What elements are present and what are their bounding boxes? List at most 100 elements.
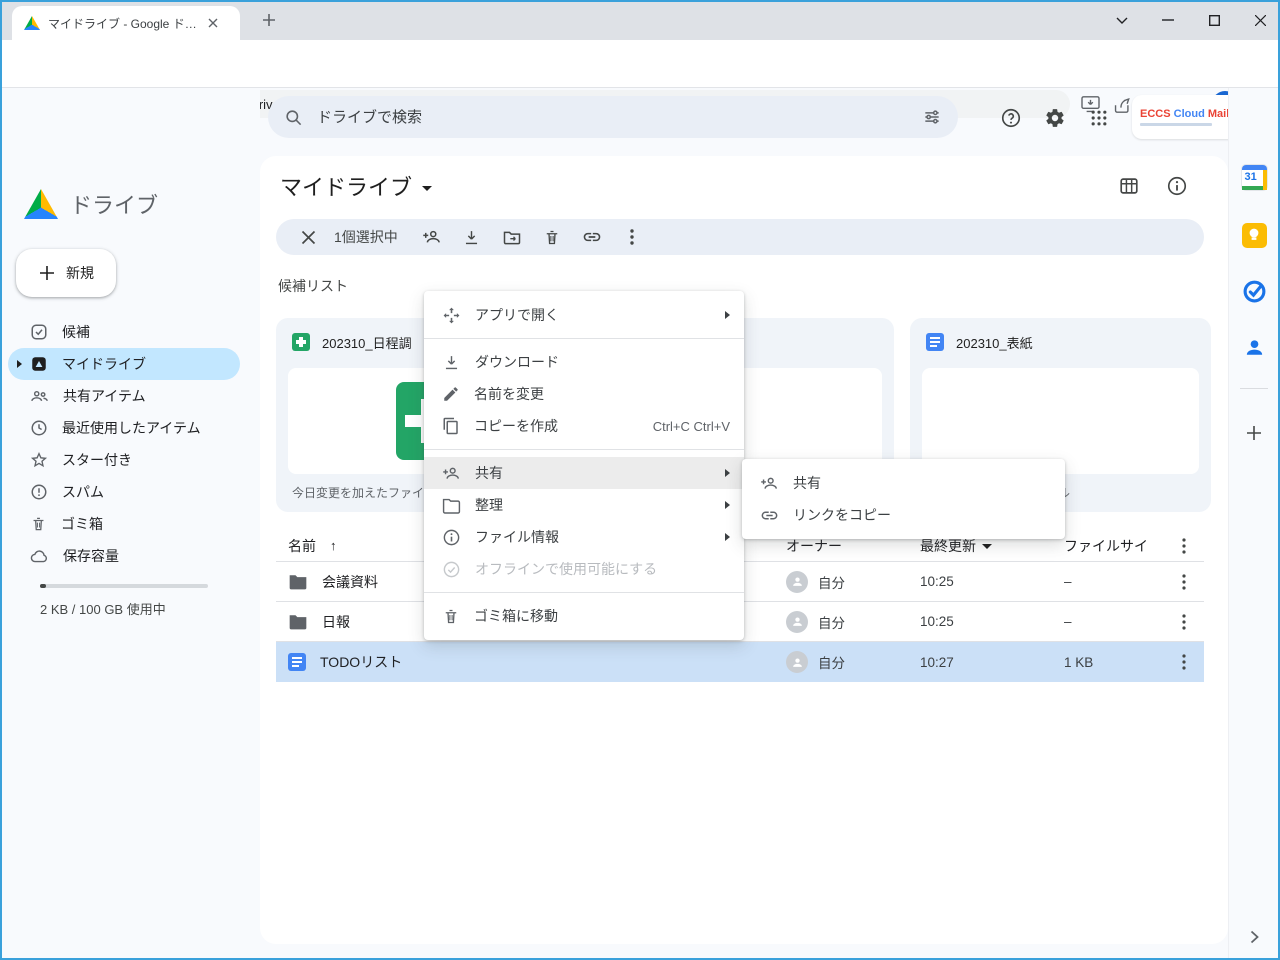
submenu-item-copy-link[interactable]: リンクをコピー [742, 499, 1065, 531]
person-add-icon [442, 464, 461, 483]
row-more-kebab-icon[interactable] [1170, 568, 1198, 596]
expand-caret-icon[interactable] [17, 360, 22, 368]
card-reason: 今日変更を加えたファイル [292, 484, 436, 501]
header-name[interactable]: 名前 [288, 536, 316, 556]
move-to-folder-icon[interactable] [492, 221, 532, 253]
trash-icon [30, 515, 47, 533]
submenu-arrow-icon [725, 501, 730, 509]
menu-item-open-with[interactable]: アプリで開く [424, 299, 744, 331]
submenu-arrow-icon [725, 311, 730, 319]
settings-gear-icon[interactable] [1042, 105, 1068, 131]
clear-selection-icon[interactable] [294, 221, 322, 253]
sort-ascending-arrow-icon[interactable]: ↑ [330, 538, 337, 553]
shortcut-label: Ctrl+C Ctrl+V [653, 419, 730, 434]
row-more-kebab-icon[interactable] [1170, 648, 1198, 676]
selection-toolbar: 1個選択中 [276, 219, 1204, 255]
grid-view-toggle-icon[interactable] [1118, 175, 1140, 197]
page-title[interactable]: マイドライブ [280, 170, 432, 202]
sidebar-item-storage[interactable]: 保存容量 [8, 540, 240, 572]
share-icon[interactable] [1110, 92, 1134, 116]
tasks-icon[interactable] [1241, 278, 1267, 304]
window-minimize-icon[interactable] [1146, 0, 1190, 40]
header-size[interactable]: ファイルサイ [1064, 536, 1148, 556]
help-icon[interactable] [998, 105, 1024, 131]
contacts-icon[interactable] [1241, 334, 1267, 360]
new-tab-icon[interactable] [262, 13, 276, 27]
download-icon[interactable] [452, 221, 492, 253]
side-panel-strip [1228, 88, 1280, 958]
row-more-kebab-icon[interactable] [1170, 608, 1198, 636]
storage-usage-text: 2 KB / 100 GB 使用中 [40, 599, 166, 618]
share-person-add-icon[interactable] [412, 221, 452, 253]
menu-item-file-info[interactable]: ファイル情報 [424, 521, 744, 553]
menu-item-offline: オフラインで使用可能にする [424, 553, 744, 585]
window-close-icon[interactable] [1238, 0, 1280, 40]
browser-tab[interactable]: マイドライブ - Google ドライブ [12, 6, 240, 40]
drive-logo-icon [24, 189, 58, 219]
owner-avatar [786, 651, 808, 673]
people-icon [30, 387, 49, 406]
search-icon [284, 108, 303, 127]
sheets-file-icon [292, 333, 310, 351]
tab-close-icon[interactable] [208, 18, 218, 28]
sidebar-item-suggested[interactable]: 候補 [8, 316, 240, 348]
collapse-panel-chevron-icon[interactable] [1241, 924, 1267, 950]
main-content: マイドライブ 1個選択中 候補リスト 202310_日程調 今 [260, 156, 1228, 944]
menu-item-move-to-trash[interactable]: ゴミ箱に移動 [424, 600, 744, 632]
trash-icon[interactable] [532, 221, 572, 253]
more-actions-kebab-icon[interactable] [612, 221, 652, 253]
window-chevron-icon[interactable] [1100, 0, 1144, 40]
suggestions-label: 候補リスト [278, 276, 348, 296]
title-dropdown-caret-icon[interactable] [422, 186, 432, 191]
menu-item-rename[interactable]: 名前を変更 [424, 378, 744, 410]
browser-window: マイドライブ - Google ドライブ U ドライブ 新規 [0, 0, 1280, 960]
download-icon [442, 353, 461, 372]
menu-divider [424, 338, 744, 339]
folder-icon [288, 613, 308, 630]
menu-item-make-copy[interactable]: コピーを作成 Ctrl+C Ctrl+V [424, 410, 744, 442]
cloud-icon [30, 548, 49, 564]
submenu-arrow-icon [725, 533, 730, 541]
keep-icon[interactable] [1241, 222, 1267, 248]
menu-item-download[interactable]: ダウンロード [424, 346, 744, 378]
sidebar-item-spam[interactable]: スパム [8, 476, 240, 508]
offline-check-icon [442, 560, 461, 579]
open-with-icon [442, 306, 461, 325]
menu-item-organize[interactable]: 整理 [424, 489, 744, 521]
details-info-icon[interactable] [1166, 175, 1188, 197]
eccs-cloud-mail-logo: ECCS Cloud Mail [1140, 109, 1229, 126]
drive-sidebar: ドライブ 新規 候補 マイドライブ 共有アイテム 最近使用したアイテム スター付… [0, 88, 260, 958]
clock-icon [30, 419, 48, 437]
info-icon [442, 528, 461, 547]
tab-title: マイドライブ - Google ドライブ [48, 15, 208, 32]
header-more-kebab-icon[interactable] [1170, 532, 1198, 560]
sidebar-item-recent[interactable]: 最近使用したアイテム [8, 412, 240, 444]
window-maximize-icon[interactable] [1192, 0, 1236, 40]
search-input[interactable] [317, 109, 922, 126]
apps-grid-icon[interactable] [1086, 105, 1112, 131]
new-button[interactable]: 新規 [16, 249, 116, 297]
app-name: ドライブ [70, 188, 158, 220]
calendar-icon[interactable]: 31 [1241, 164, 1267, 190]
eccs-subtitle [1140, 123, 1212, 126]
sidebar-item-trash[interactable]: ゴミ箱 [8, 508, 240, 540]
sidebar-item-shared[interactable]: 共有アイテム [8, 380, 240, 412]
browser-toolbar: U [0, 40, 1280, 88]
submenu-item-share[interactable]: 共有 [742, 467, 1065, 499]
owner-avatar [786, 571, 808, 593]
strip-divider [1240, 388, 1268, 389]
sidebar-item-starred[interactable]: スター付き [8, 444, 240, 476]
trash-icon [442, 607, 460, 626]
search-filter-tune-icon[interactable] [922, 107, 942, 127]
person-add-icon [760, 474, 779, 493]
sort-descending-caret-icon[interactable] [982, 544, 992, 549]
drive-logo: ドライブ [24, 188, 158, 220]
plus-icon [38, 264, 56, 282]
add-app-plus-icon[interactable] [1241, 420, 1267, 446]
search-bar[interactable] [268, 96, 958, 138]
menu-item-share[interactable]: 共有 [424, 457, 744, 489]
submenu-arrow-icon [725, 469, 730, 477]
table-row-selected[interactable]: TODOリスト 自分 10:27 1 KB [276, 642, 1204, 682]
copy-link-icon[interactable] [572, 221, 612, 253]
sidebar-item-my-drive[interactable]: マイドライブ [8, 348, 240, 380]
